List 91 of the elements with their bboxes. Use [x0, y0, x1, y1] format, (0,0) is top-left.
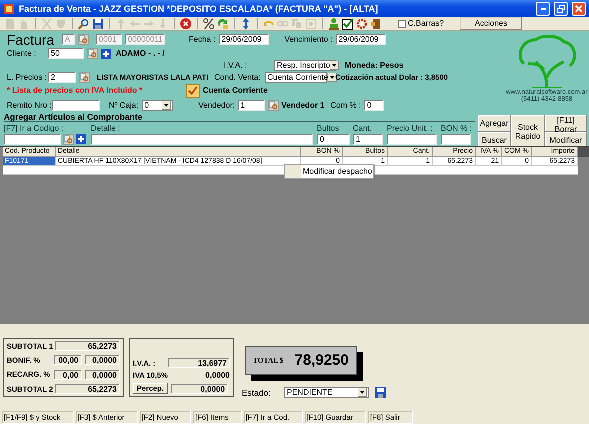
field-label: Vencimiento : — [284, 35, 333, 44]
field-label: Nº Caja: — [109, 100, 139, 110]
search-icon[interactable] — [79, 72, 90, 83]
field-label: Fecha : — [189, 35, 216, 44]
price-list-field[interactable]: 2 — [48, 72, 76, 83]
currency-text: Moneda: Pesos — [345, 60, 404, 70]
field-label: Vendedor: — [198, 100, 235, 110]
delivery-note-field[interactable] — [52, 100, 100, 111]
minimize-icon — [540, 8, 546, 10]
seller-name: Vendedor 1 — [282, 100, 326, 110]
quantity-field[interactable]: 1 — [353, 134, 383, 145]
app-icon — [3, 2, 15, 15]
seller-field[interactable]: 1 — [238, 100, 265, 111]
search-icon[interactable] — [87, 48, 98, 60]
close-icon — [575, 4, 583, 13]
detail-field[interactable] — [91, 134, 313, 145]
subtotal-value: 65,2273 — [55, 384, 120, 394]
status-dropdown[interactable]: PENDIENTE — [284, 387, 369, 398]
price-note: * Lista de precios con IVA Incluido * — [7, 86, 144, 96]
field-label: Precio Unit. : — [387, 124, 434, 134]
cash-box-dropdown[interactable]: 0 — [142, 100, 173, 111]
caret-icon[interactable] — [358, 388, 367, 398]
search-button[interactable]: Buscar — [478, 132, 511, 146]
due-date-field[interactable]: 29/06/2009 — [336, 34, 386, 46]
search-icon[interactable] — [268, 100, 279, 111]
client-field[interactable]: 50 — [48, 48, 84, 60]
modify-button[interactable]: Modificar — [545, 132, 587, 146]
delete-icon[interactable] — [180, 18, 192, 30]
discount-percent-value: 00,00 — [54, 355, 82, 366]
field-label: I.V.A. : — [224, 60, 248, 70]
restore-button[interactable] — [554, 2, 568, 16]
actions-button[interactable]: Acciones — [460, 17, 522, 30]
code-field[interactable] — [4, 134, 61, 145]
window-title: Factura de Venta - JAZZ GESTION *DEPOSITO ESCALADA* (FACTURA "A") - [ALTA] — [19, 4, 380, 14]
delete-button[interactable]: [F11] Borrar — [545, 115, 587, 132]
field-label: Detalle : — [91, 124, 122, 134]
total-value: 78,9250 — [294, 352, 349, 370]
add-icon[interactable] — [101, 48, 111, 59]
gear-icon[interactable] — [356, 18, 368, 30]
close-button[interactable] — [572, 2, 586, 16]
save-icon[interactable] — [375, 387, 386, 398]
checkbox[interactable] — [186, 84, 200, 98]
commission-field[interactable]: 0 — [364, 100, 384, 111]
checkbox-label: C.Barras? — [408, 19, 444, 28]
search-icon[interactable] — [63, 134, 74, 145]
checkbox-label: Cuenta Corriente — [203, 86, 268, 96]
percent-icon[interactable] — [203, 18, 215, 30]
checkbox[interactable] — [398, 20, 406, 28]
date-field[interactable]: 29/06/2009 — [218, 34, 269, 46]
quick-stock-button[interactable]: Stock Rapido — [511, 115, 545, 146]
vat-value: 0,0000 — [204, 371, 230, 380]
field-label: Estado: — [242, 388, 272, 398]
client-name: ADAMO - . - / — [116, 49, 165, 58]
field-label: Bultos — [317, 124, 340, 134]
field-label: Cant. — [353, 124, 374, 134]
perception-value: 0,0000 — [171, 384, 228, 394]
field-label: [F7] Ir a Codigo : — [4, 124, 65, 134]
checklist-icon[interactable] — [342, 18, 354, 30]
add-icon[interactable] — [76, 134, 86, 144]
restore-icon — [557, 4, 565, 13]
subtotal-value: 65,2273 — [55, 341, 120, 352]
caret-icon[interactable] — [162, 100, 171, 110]
discount-amount-value: 0,0000 — [84, 355, 120, 366]
field-label: L. Precios : — [7, 72, 45, 82]
packages-field[interactable]: 0 — [317, 134, 350, 145]
search-icon[interactable] — [78, 18, 90, 30]
field-label: Cond. Venta: — [214, 72, 262, 82]
field-label: BON % : — [441, 124, 474, 134]
check-icon — [188, 86, 198, 96]
discount-field[interactable] — [441, 134, 471, 145]
up-down-arrows-icon[interactable] — [240, 18, 252, 30]
minimize-button[interactable] — [536, 2, 550, 16]
surcharge-amount-value: 0,0000 — [84, 370, 120, 380]
save-icon[interactable] — [92, 18, 104, 30]
vat-value: 13,6977 — [168, 358, 230, 368]
caret-icon[interactable] — [330, 60, 340, 70]
unit-price-field[interactable] — [387, 134, 437, 145]
tax-condition-dropdown[interactable]: Resp. Inscripto — [274, 60, 336, 71]
caret-icon[interactable] — [328, 72, 338, 82]
context-menu-item[interactable]: Modificar despacho — [284, 164, 374, 178]
field-label: Remito Nro : — [7, 100, 49, 110]
add-button[interactable]: Agregar — [478, 115, 511, 132]
search-icon[interactable] — [78, 34, 89, 46]
field-label: Com % : — [330, 100, 362, 110]
person-icon[interactable] — [328, 18, 340, 30]
exit-door-icon[interactable] — [370, 18, 382, 30]
scrollbar — [578, 146, 589, 156]
section-title: Agregar Artículos al Comprobante — [4, 112, 475, 122]
form-title: Factura — [7, 32, 56, 48]
field-label: Cliente : — [7, 49, 38, 58]
surcharge-percent-value: 0,00 — [54, 370, 82, 380]
